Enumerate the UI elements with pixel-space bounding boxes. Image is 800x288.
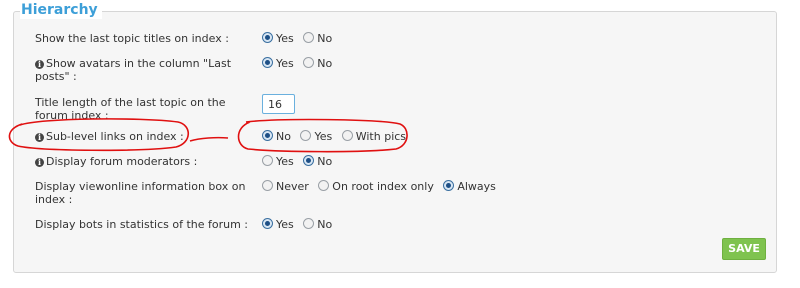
radio-group: Yes No bbox=[262, 218, 338, 232]
radio-option-no[interactable]: No bbox=[262, 130, 291, 144]
section-title: Hierarchy bbox=[20, 1, 102, 19]
radio-option-yes[interactable]: Yes bbox=[262, 155, 294, 169]
info-icon[interactable]: i bbox=[35, 158, 44, 167]
setting-label: Show the last topic titles on index : bbox=[35, 32, 229, 45]
radio-option-always[interactable]: Always bbox=[443, 180, 496, 194]
radio-option-yes[interactable]: Yes bbox=[300, 130, 332, 144]
radio-option-no[interactable]: No bbox=[303, 155, 332, 169]
radio-group: Yes No bbox=[262, 32, 338, 46]
save-button[interactable]: SAVE bbox=[722, 238, 766, 260]
title-length-input[interactable] bbox=[262, 94, 295, 114]
radio-option-never[interactable]: Never bbox=[262, 180, 309, 194]
radio-checked-icon[interactable] bbox=[262, 218, 273, 229]
radio-option-root-index-only[interactable]: On root index only bbox=[318, 180, 434, 194]
setting-label: Display viewonline information box on in… bbox=[35, 180, 246, 206]
setting-label: i Show avatars in the column "Last posts"… bbox=[35, 57, 232, 83]
setting-label: i Sub-level links on index : bbox=[35, 130, 260, 143]
radio-group: No Yes With pics bbox=[262, 130, 412, 144]
radio-option-yes[interactable]: Yes bbox=[262, 32, 294, 46]
setting-label: Title length of the last topic on the fo… bbox=[35, 96, 226, 122]
radio-icon[interactable] bbox=[262, 155, 273, 166]
radio-checked-icon[interactable] bbox=[262, 32, 273, 43]
radio-option-with-pics[interactable]: With pics bbox=[341, 130, 406, 144]
radio-option-no[interactable]: No bbox=[303, 218, 332, 232]
info-icon[interactable]: i bbox=[35, 60, 44, 69]
radio-group: Never On root index only Always bbox=[262, 180, 502, 194]
setting-label: i Display forum moderators : bbox=[35, 155, 260, 168]
radio-checked-icon[interactable] bbox=[262, 57, 273, 68]
radio-option-yes[interactable]: Yes bbox=[262, 218, 294, 232]
radio-group: Yes No bbox=[262, 155, 338, 169]
radio-icon[interactable] bbox=[303, 32, 315, 43]
radio-checked-icon[interactable] bbox=[262, 130, 273, 141]
radio-icon[interactable] bbox=[300, 130, 312, 141]
radio-group: Yes No bbox=[262, 57, 338, 71]
radio-option-no[interactable]: No bbox=[303, 57, 332, 71]
radio-icon[interactable] bbox=[303, 57, 315, 68]
radio-checked-icon[interactable] bbox=[443, 180, 455, 191]
radio-icon[interactable] bbox=[262, 180, 273, 191]
radio-option-no[interactable]: No bbox=[303, 32, 332, 46]
info-icon[interactable]: i bbox=[35, 133, 44, 142]
radio-option-yes[interactable]: Yes bbox=[262, 57, 294, 71]
radio-checked-icon[interactable] bbox=[303, 155, 315, 166]
settings-panel: Show the last topic titles on index : Ye… bbox=[13, 11, 777, 273]
setting-label: Display bots in statistics of the forum … bbox=[35, 218, 249, 231]
radio-icon[interactable] bbox=[341, 130, 353, 141]
radio-icon[interactable] bbox=[303, 218, 315, 229]
radio-icon[interactable] bbox=[318, 180, 330, 191]
